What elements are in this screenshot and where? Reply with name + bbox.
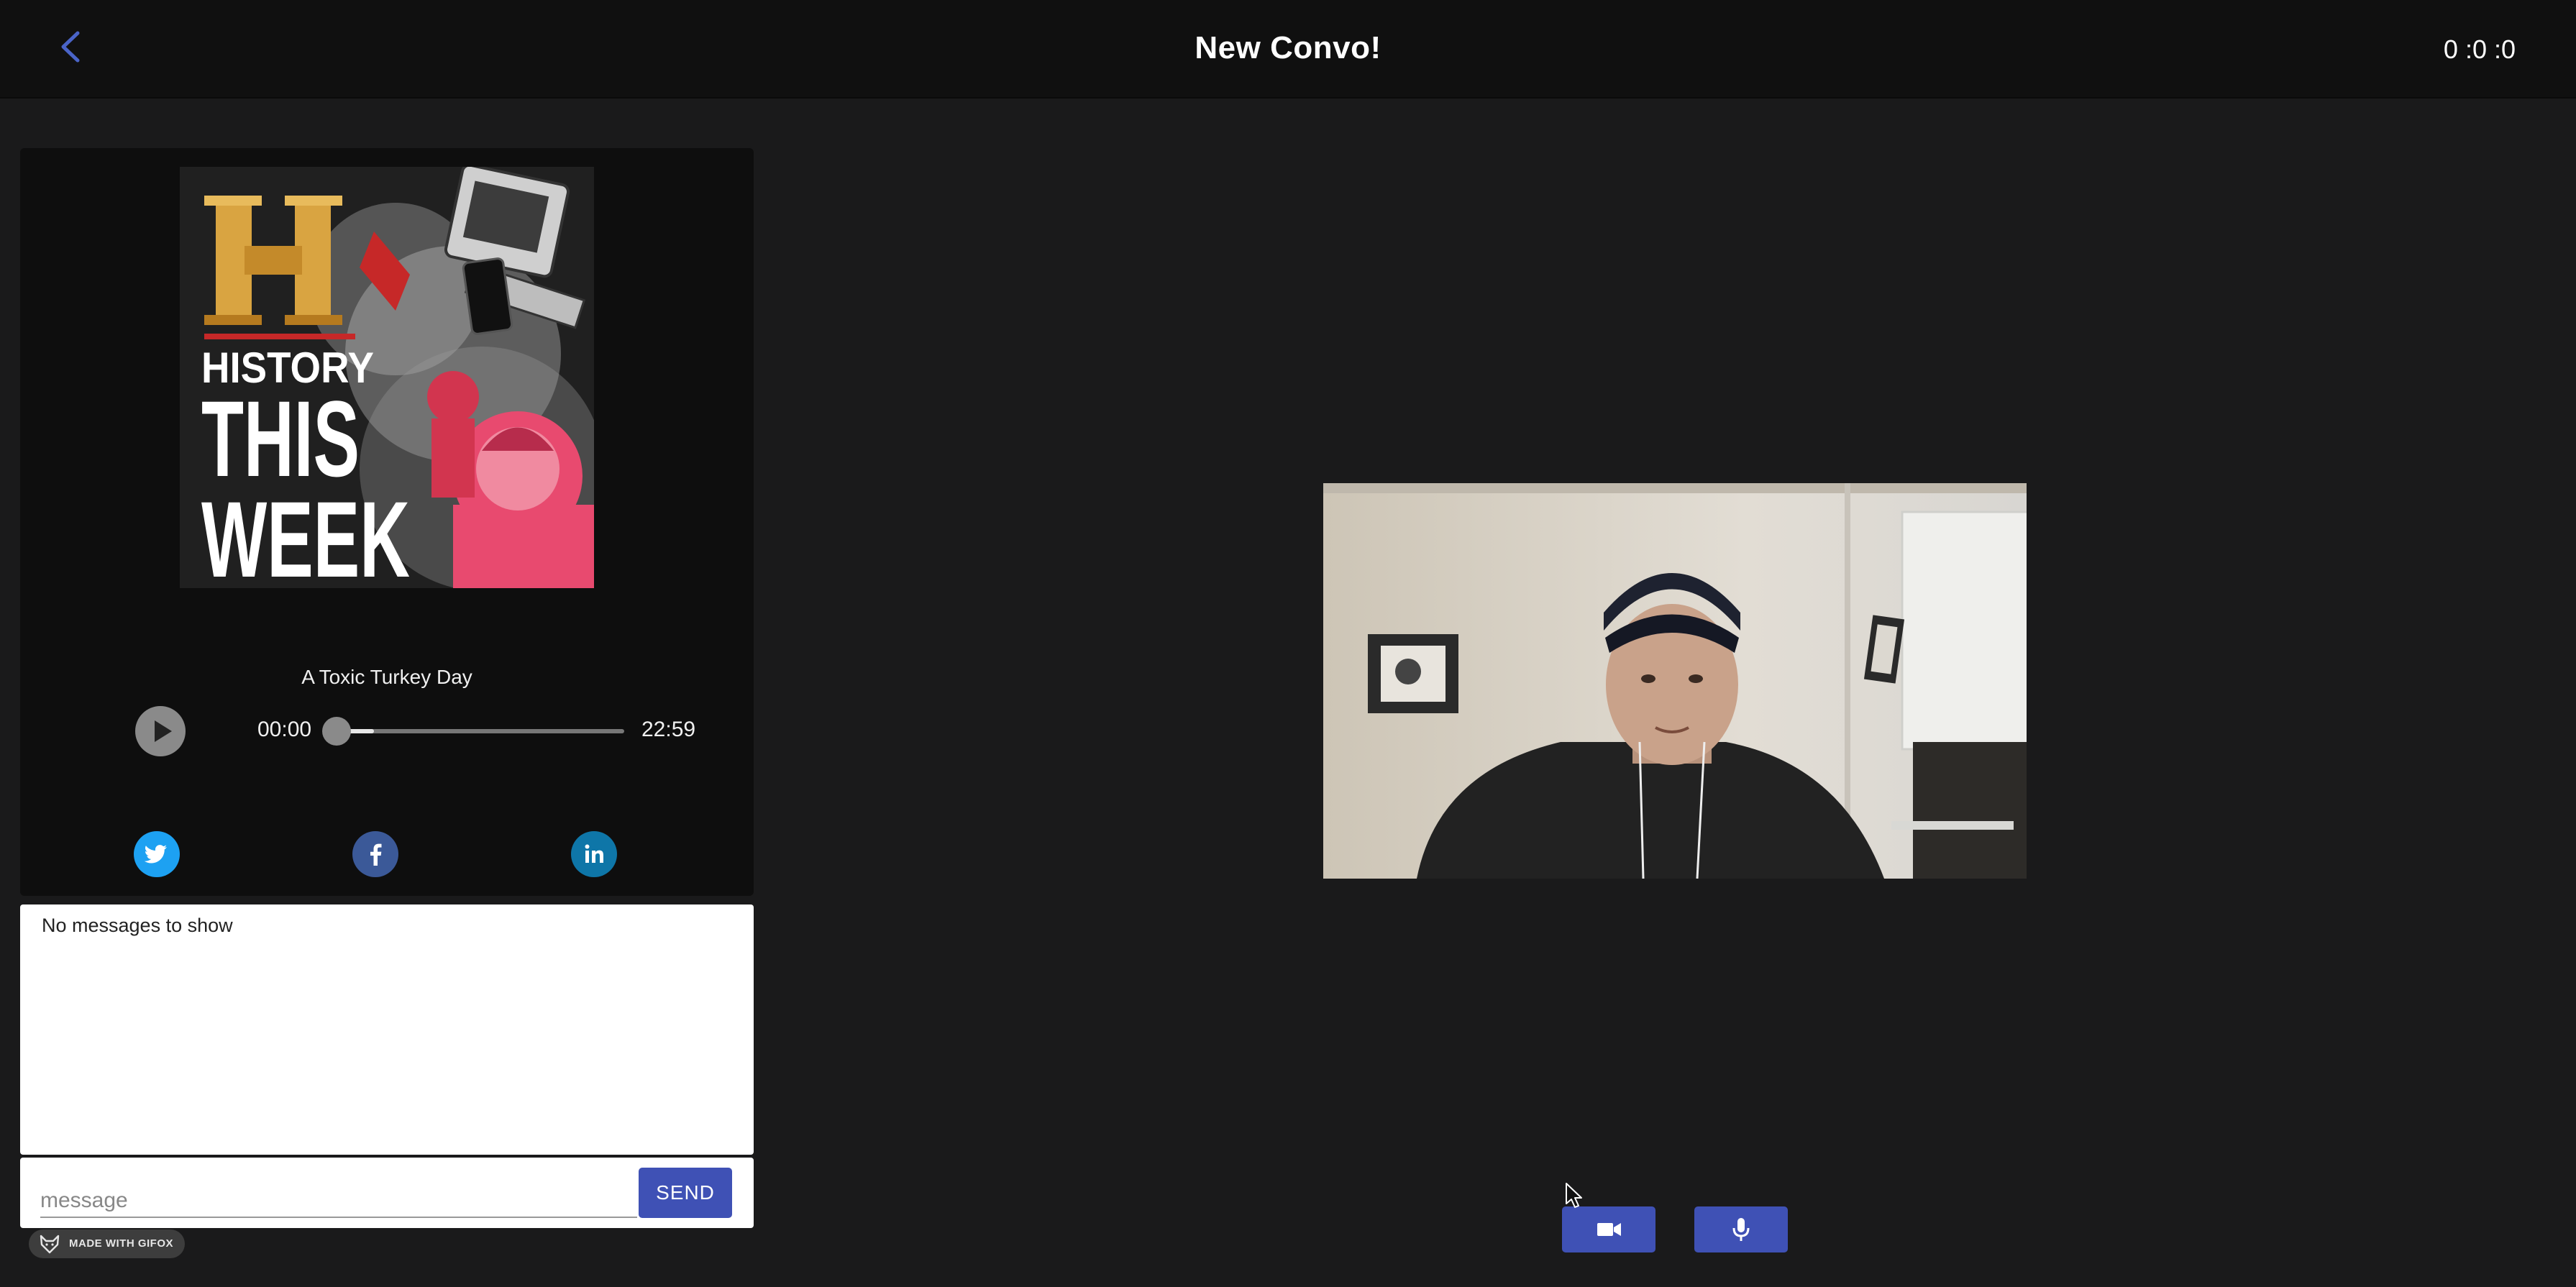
podcast-card: HISTORY THIS WEEK A Toxic Turkey Day 00:… [20,148,754,896]
video-camera-icon [1597,1223,1621,1236]
cover-word-week: WEEK [201,479,410,588]
play-icon [155,720,172,742]
top-bar: New Convo! 0 :0 :0 [0,0,2576,99]
seek-thumb[interactable] [322,717,351,746]
twitter-icon [144,845,167,864]
messages-panel: No messages to show [20,904,754,1155]
share-linkedin-button[interactable] [571,831,617,877]
seek-slider[interactable] [322,717,624,746]
gifox-badge-text: MADE WITH GIFOX [69,1237,173,1250]
fox-logo-icon [40,1235,60,1254]
gifox-badge: MADE WITH GIFOX [29,1229,185,1258]
empty-messages-text: No messages to show [42,915,233,936]
share-twitter-button[interactable] [134,831,180,877]
page-title: New Convo! [1195,30,1381,65]
episode-title: A Toxic Turkey Day [301,666,472,688]
current-time: 00:00 [257,718,312,741]
facebook-icon [370,843,382,866]
linkedin-icon [585,844,603,863]
call-timer: 0 :0 :0 [2443,35,2516,64]
video-feed [1323,483,2027,879]
message-composer: SEND [20,1158,754,1228]
duration: 22:59 [641,718,696,741]
podcast-cover-art: HISTORY THIS WEEK [180,167,594,588]
share-facebook-button[interactable] [352,831,398,877]
send-button[interactable]: SEND [639,1168,732,1218]
microphone-icon [1732,1218,1750,1241]
toggle-video-button[interactable] [1562,1206,1655,1252]
mouse-cursor-icon [1566,1183,1582,1208]
message-input[interactable] [40,1185,637,1218]
toggle-mic-button[interactable] [1694,1206,1788,1252]
play-button[interactable] [135,706,186,756]
